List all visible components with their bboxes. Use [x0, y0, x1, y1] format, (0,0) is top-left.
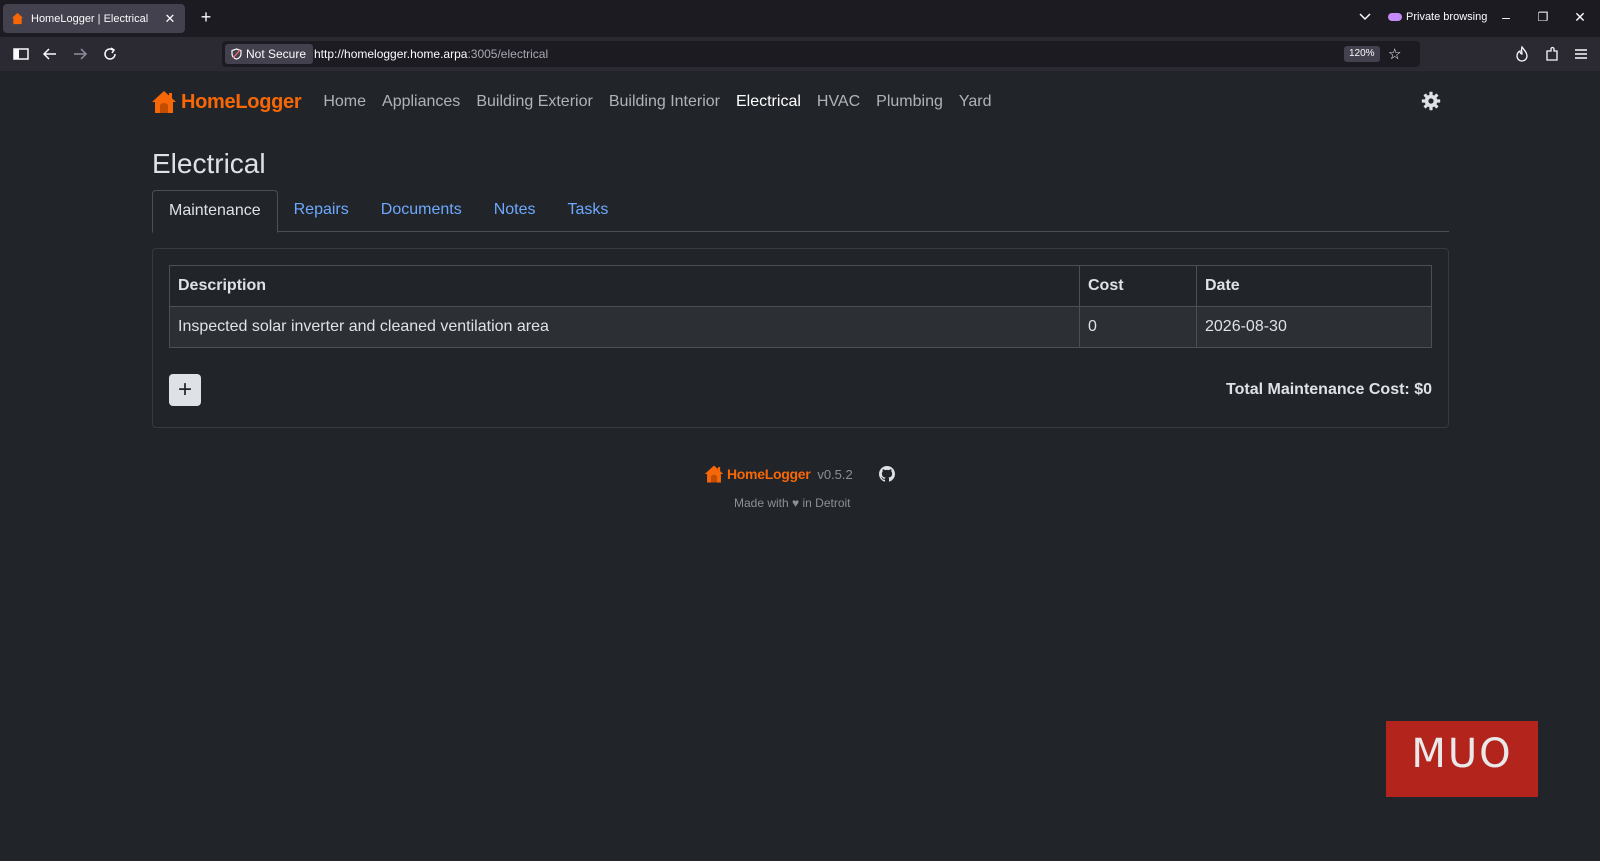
- private-browsing-indicator: Private browsing: [1388, 11, 1487, 23]
- url-text[interactable]: http://homelogger.home.arpa:3005/electri…: [314, 47, 548, 61]
- list-all-tabs-icon[interactable]: [1358, 9, 1372, 23]
- nav-link-plumbing[interactable]: Plumbing: [876, 93, 943, 111]
- extensions-icon[interactable]: [1543, 45, 1561, 63]
- shield-icon: [231, 48, 242, 60]
- column-header-date[interactable]: Date: [1196, 265, 1432, 307]
- sidebar-toggle-icon[interactable]: [12, 45, 30, 63]
- minimize-icon[interactable]: –: [1496, 9, 1516, 25]
- nav-link-building-interior[interactable]: Building Interior: [609, 93, 720, 111]
- url-host: http://homelogger.home.arpa: [314, 47, 468, 61]
- house-logo-icon: [152, 91, 176, 113]
- section-tabs: Maintenance Repairs Documents Notes Task…: [152, 190, 1449, 233]
- maintenance-table: Description Cost Date Inspected solar in…: [169, 265, 1432, 348]
- not-secure-label: Not Secure: [246, 47, 307, 61]
- table-row[interactable]: Inspected solar inverter and cleaned ven…: [169, 306, 1432, 348]
- muo-watermark-text: MUO: [1411, 731, 1513, 777]
- restore-icon[interactable]: ❐: [1533, 10, 1553, 24]
- tab-notes[interactable]: Notes: [478, 190, 552, 232]
- cell-description: Inspected solar inverter and cleaned ven…: [169, 306, 1080, 348]
- nav-link-appliances[interactable]: Appliances: [382, 93, 460, 111]
- brand-logo[interactable]: HomeLogger: [151, 89, 302, 115]
- footer: HomeLogger v0.5.2 Made with ♥ in Detroit: [704, 464, 904, 514]
- url-bar[interactable]: Not Secure http://homelogger.home.arpa:3…: [222, 41, 1420, 67]
- github-icon[interactable]: [879, 466, 895, 482]
- back-arrow-icon[interactable]: [41, 45, 59, 63]
- private-mask-icon: [1388, 13, 1402, 21]
- zoom-level-badge[interactable]: 120%: [1344, 46, 1380, 62]
- cell-date: 2026-08-30: [1196, 306, 1432, 348]
- table-header-row: Description Cost Date: [169, 265, 1432, 307]
- browser-toolbar: Not Secure http://homelogger.home.arpa:3…: [0, 37, 1600, 71]
- add-maintenance-button[interactable]: +: [169, 374, 201, 406]
- menu-hamburger-icon[interactable]: [1572, 45, 1590, 63]
- app-version: v0.5.2: [817, 466, 853, 482]
- tab-repairs[interactable]: Repairs: [278, 190, 365, 232]
- cell-cost: 0: [1079, 306, 1197, 348]
- homelogger-favicon-icon: [11, 12, 24, 25]
- bookmark-star-icon[interactable]: ☆: [1388, 45, 1401, 63]
- close-tab-icon[interactable]: ✕: [163, 11, 177, 27]
- total-maintenance-cost: Total Maintenance Cost: $0: [1226, 381, 1432, 398]
- footer-brand-name: HomeLogger: [727, 466, 811, 482]
- tab-maintenance[interactable]: Maintenance: [152, 190, 278, 233]
- nav-link-home[interactable]: Home: [323, 93, 366, 111]
- forward-arrow-icon[interactable]: [71, 45, 89, 63]
- column-header-description[interactable]: Description: [169, 265, 1080, 307]
- made-with-text: Made with ♥ in Detroit: [734, 496, 851, 510]
- url-path: :3005/electrical: [467, 47, 549, 61]
- gear-icon[interactable]: [1421, 91, 1441, 111]
- nav-link-building-exterior[interactable]: Building Exterior: [476, 93, 593, 111]
- maintenance-card: Description Cost Date Inspected solar in…: [152, 248, 1449, 428]
- house-logo-icon: [704, 465, 724, 483]
- page-title: Electrical: [152, 148, 266, 179]
- browser-tab-title: HomeLogger | Electrical: [31, 12, 149, 25]
- footer-brand: HomeLogger v0.5.2: [704, 464, 853, 484]
- nav-link-hvac[interactable]: HVAC: [817, 93, 860, 111]
- tab-tasks[interactable]: Tasks: [551, 190, 624, 232]
- nav-link-yard[interactable]: Yard: [959, 93, 992, 111]
- brand-name: HomeLogger: [181, 90, 302, 113]
- app-navbar: HomeLogger Home Appliances Building Exte…: [151, 87, 1441, 117]
- close-window-icon[interactable]: ✕: [1570, 9, 1590, 26]
- muo-watermark: MUO: [1386, 721, 1538, 797]
- reload-icon[interactable]: [101, 45, 119, 63]
- private-browsing-label: Private browsing: [1406, 11, 1488, 23]
- nav-link-electrical[interactable]: Electrical: [736, 93, 801, 111]
- new-tab-icon[interactable]: +: [196, 7, 216, 28]
- browser-tab[interactable]: HomeLogger | Electrical ✕: [3, 4, 185, 33]
- not-secure-badge[interactable]: Not Secure: [225, 44, 314, 64]
- browser-tabstrip: HomeLogger | Electrical ✕ + Private brow…: [0, 0, 1600, 37]
- firefox-view-icon[interactable]: [1513, 45, 1531, 63]
- tab-documents[interactable]: Documents: [365, 190, 478, 232]
- column-header-cost[interactable]: Cost: [1079, 265, 1197, 307]
